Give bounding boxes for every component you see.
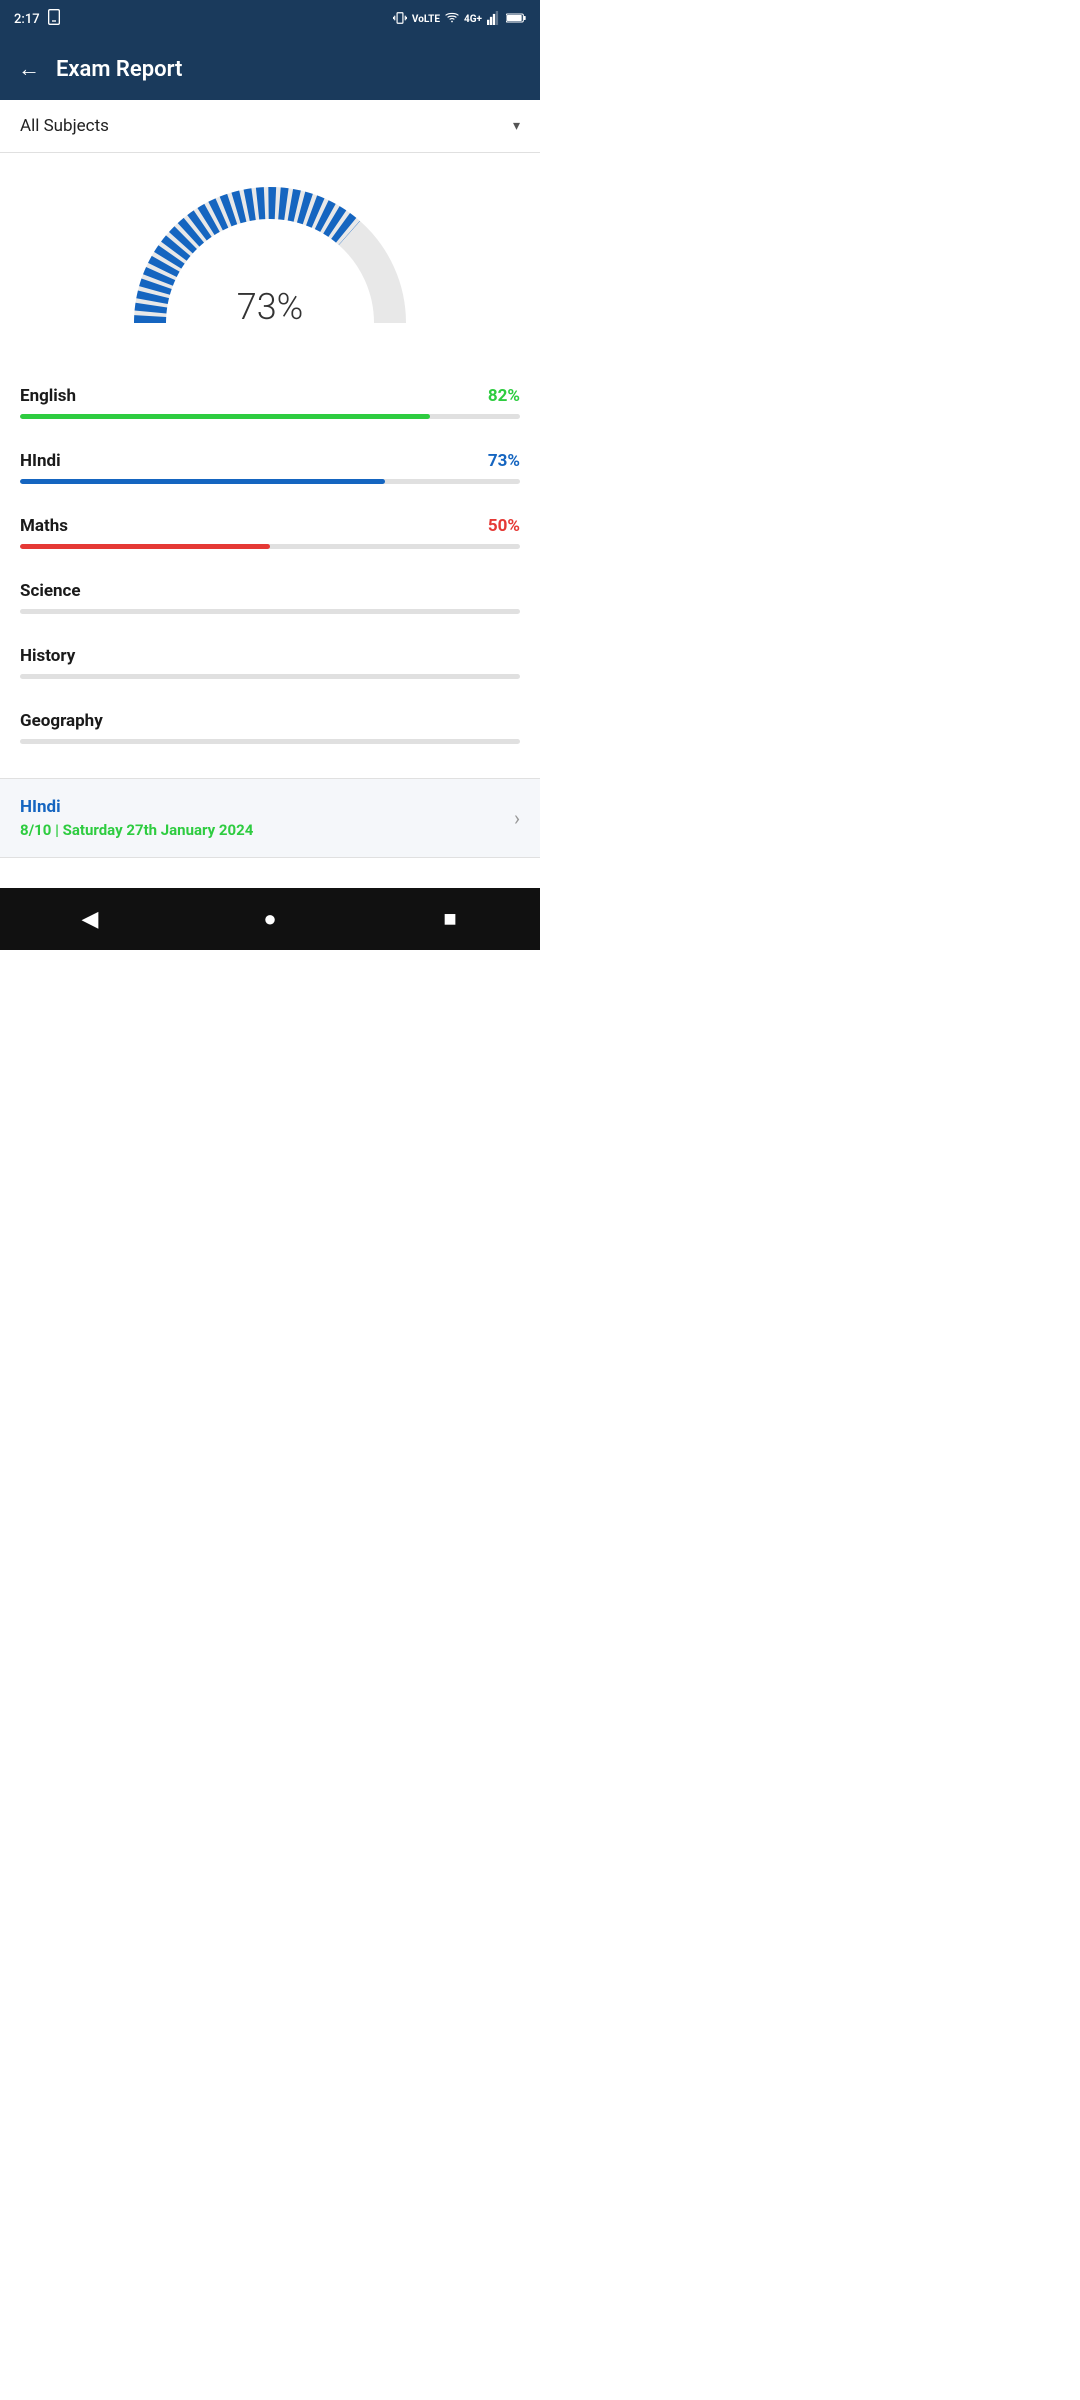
signal-icon [487,11,501,28]
subject-row-history: History [20,628,520,693]
subject-name-geography: Geography [20,711,103,731]
subject-name-history: History [20,646,75,666]
progress-fill-maths [20,544,270,549]
subject-percent-maths: 50% [488,516,520,536]
bottom-card-subject: HIndi [20,797,253,817]
chevron-down-icon: ▾ [513,118,520,134]
progress-track-geography [20,739,520,744]
wifi-icon [445,11,459,28]
chevron-right-icon: › [514,806,520,830]
status-right: VoLTE 4G+ [393,11,526,28]
battery-icon [506,12,526,27]
vibrate-icon [393,11,407,28]
nav-back-button[interactable]: ◀ [65,894,115,944]
bottom-card-info: 8/10 | Saturday 27th January 2024 [20,821,253,839]
progress-track-maths [20,544,520,549]
volte-icon: VoLTE [412,14,440,25]
subject-dropdown-label: All Subjects [20,116,109,136]
subject-row-science: Science [20,563,520,628]
gauge-percent: 73% [237,286,304,328]
gauge-section: 73% [0,153,540,358]
subject-name-science: Science [20,581,81,601]
app-bar: ← Exam Report [0,38,540,100]
nav-bar: ◀ ● ■ [0,888,540,950]
bottom-card-score-suffix: | Saturday 27th January 2024 [51,821,253,839]
status-bar: 2:17 VoLTE 4G+ [0,0,540,38]
progress-fill-hindi [20,479,385,484]
back-button[interactable]: ← [18,56,40,82]
progress-fill-english [20,414,430,419]
app-title: Exam Report [56,57,182,82]
subject-name-maths: Maths [20,516,68,536]
subject-row-hindi: HIndi 73% [20,433,520,498]
progress-track-english [20,414,520,419]
4g-icon: 4G+ [464,14,482,25]
bottom-card-score: 8/10 [20,821,51,839]
progress-track-science [20,609,520,614]
progress-track-hindi [20,479,520,484]
subject-dropdown[interactable]: All Subjects ▾ [0,100,540,153]
nav-recent-button[interactable]: ■ [425,894,475,944]
gauge-wrapper: 73% [130,183,410,338]
bottom-card[interactable]: HIndi 8/10 | Saturday 27th January 2024 … [0,778,540,858]
subject-name-hindi: HIndi [20,451,61,471]
subject-percent-hindi: 73% [488,451,520,471]
nav-home-button[interactable]: ● [245,894,295,944]
status-left: 2:17 [14,9,62,29]
progress-track-history [20,674,520,679]
subject-percent-english: 82% [488,386,520,406]
subject-row-maths: Maths 50% [20,498,520,563]
phone-icon [46,9,62,29]
subject-row-english: English 82% [20,368,520,433]
status-time: 2:17 [14,12,40,27]
subjects-section: English 82% HIndi 73% Maths 50% Science [0,358,540,758]
subject-name-english: English [20,386,76,406]
subject-row-geography: Geography [20,693,520,758]
